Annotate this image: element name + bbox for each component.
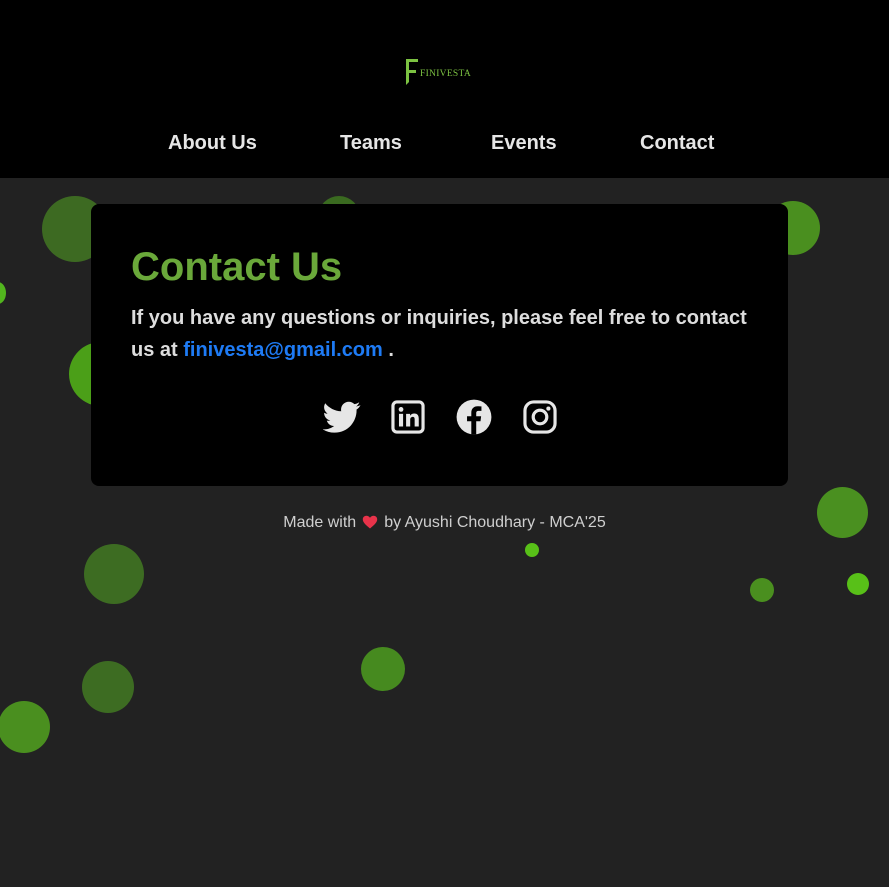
contact-period: . xyxy=(388,339,394,361)
nav-about-us[interactable]: About Us xyxy=(168,130,257,156)
logo-text: FINIVESTA xyxy=(420,69,472,79)
background-bubble xyxy=(0,701,50,753)
background-bubble xyxy=(0,282,6,304)
background-bubble xyxy=(361,647,405,691)
nav-contact[interactable]: Contact xyxy=(640,130,714,156)
nav-teams[interactable]: Teams xyxy=(340,130,402,156)
nav-events[interactable]: Events xyxy=(491,130,557,156)
page-title: Contact Us xyxy=(131,245,343,289)
background-bubble xyxy=(750,578,774,602)
instagram-icon[interactable] xyxy=(521,398,559,436)
twitter-icon[interactable] xyxy=(322,398,361,436)
background-bubble xyxy=(847,573,869,595)
facebook-icon[interactable] xyxy=(455,398,493,436)
social-links xyxy=(322,398,559,436)
flag-logo-icon xyxy=(405,58,419,86)
background-bubble xyxy=(525,543,539,557)
footer-author: by Ayushi Choudhary - MCA'25 xyxy=(384,514,606,531)
background-bubble xyxy=(82,661,134,713)
linkedin-icon[interactable] xyxy=(389,398,427,436)
site-footer: Made with by Ayushi Choudhary - MCA'25 xyxy=(0,512,889,536)
site-logo[interactable]: FINIVESTA xyxy=(405,57,473,87)
site-header: FINIVESTA About Us Teams Events Contact xyxy=(0,0,889,178)
heart-icon xyxy=(362,514,378,536)
footer-made-with: Made with xyxy=(283,514,357,531)
contact-card: Contact Us If you have any questions or … xyxy=(91,204,788,486)
email-link[interactable]: finivesta@gmail.com xyxy=(183,339,383,361)
contact-text: If you have any questions or inquiries, … xyxy=(131,302,756,366)
background-bubble xyxy=(84,544,144,604)
